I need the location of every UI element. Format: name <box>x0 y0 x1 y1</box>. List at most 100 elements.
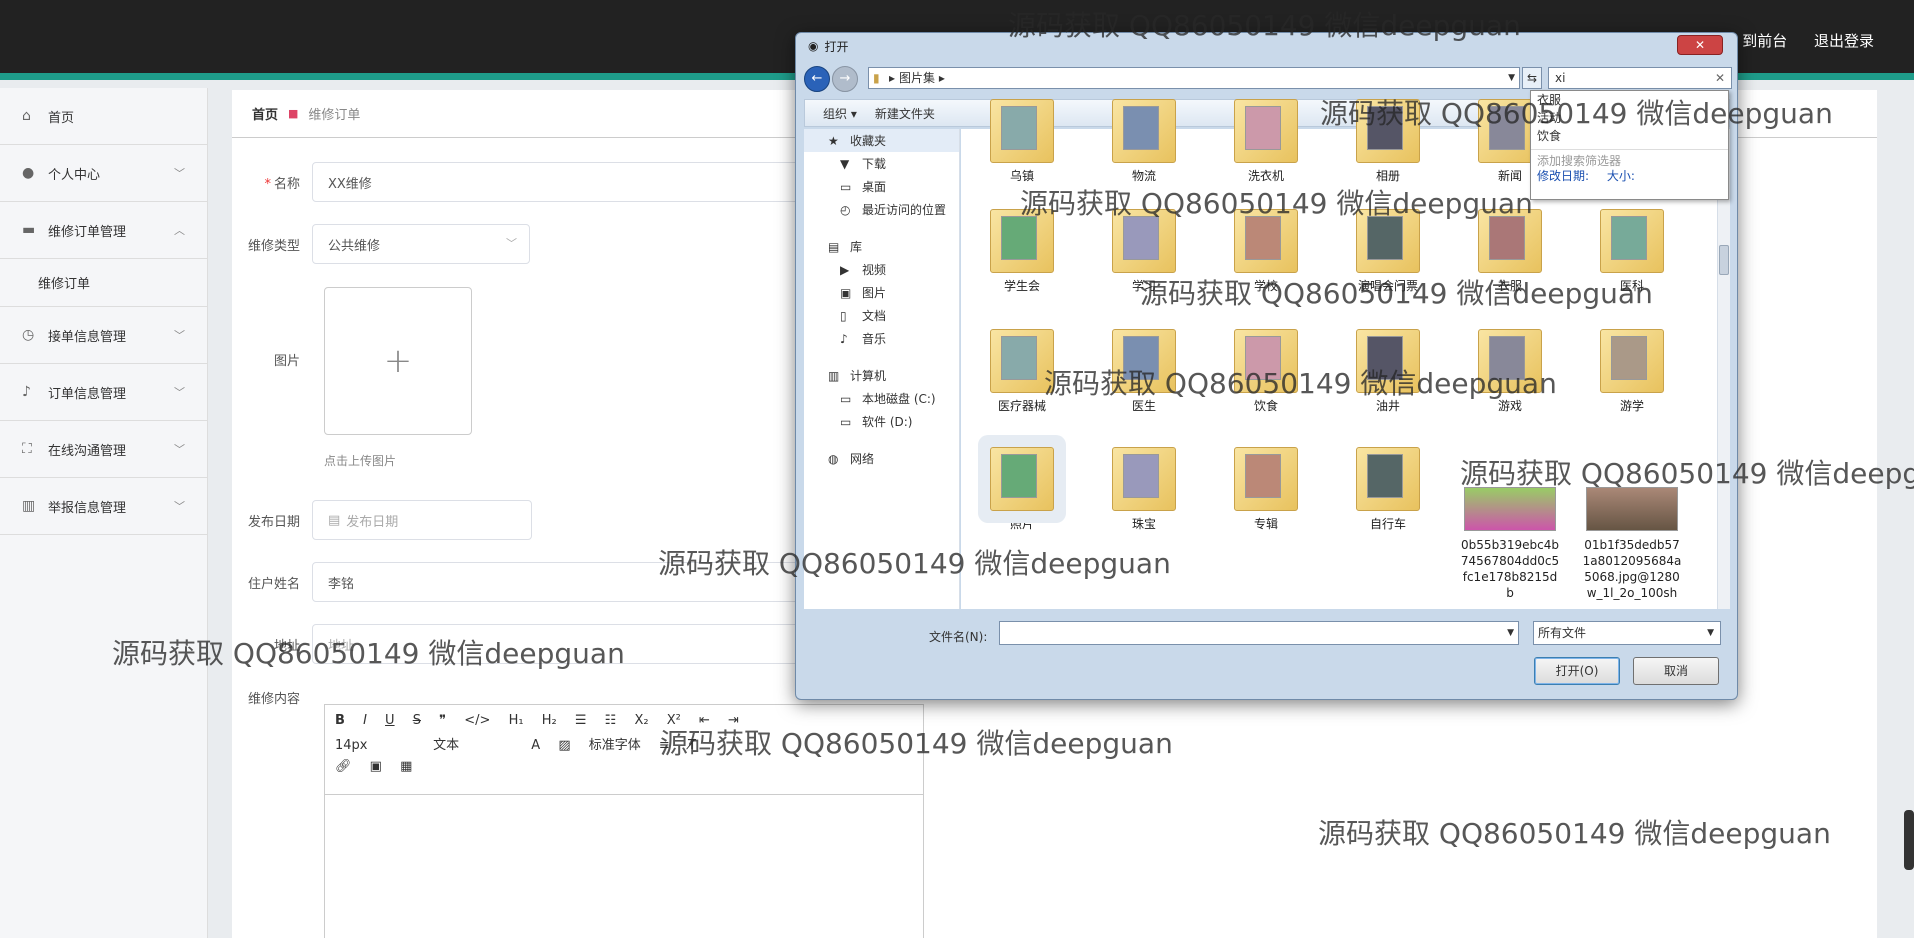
font-size-select[interactable]: 14px <box>335 738 415 753</box>
organize-button[interactable]: 组织 ▾ <box>823 105 857 122</box>
tree-item[interactable]: ◍ 网络 <box>804 447 959 470</box>
folder-item[interactable]: 医疗器械 <box>967 329 1077 414</box>
h2-icon[interactable]: H₂ <box>542 713 557 728</box>
search-input[interactable]: xi ✕ <box>1548 67 1732 89</box>
tree-item[interactable]: ▭ 软件 (D:) <box>804 410 959 433</box>
tree-item[interactable]: ▼ 下载 <box>804 152 959 175</box>
filename-input[interactable]: ▼ <box>999 621 1519 645</box>
sidebar-item-accept-info[interactable]: ◷ 接单信息管理 ﹀ <box>0 307 207 364</box>
ordered-list-icon[interactable]: ☰ <box>575 713 587 728</box>
page-scrollbar[interactable] <box>1904 810 1914 870</box>
tree-item[interactable]: ▥ 计算机 <box>804 364 959 387</box>
sidebar-item-order-info[interactable]: ♪ 订单信息管理 ﹀ <box>0 364 207 421</box>
chevron-down-icon[interactable]: ▼ <box>1507 622 1514 644</box>
folder-item[interactable]: 珠宝 <box>1089 447 1199 532</box>
clear-format-icon[interactable]: T̸ <box>688 738 696 753</box>
tree-item[interactable]: ▤ 库 <box>804 235 959 258</box>
filter-size-link[interactable]: 大小: <box>1607 169 1635 183</box>
tree-item[interactable]: ▯ 文档 <box>804 304 959 327</box>
bullet-list-icon[interactable]: ☷ <box>605 713 617 728</box>
sidebar-item-chat[interactable]: ⛶ 在线沟通管理 ﹀ <box>0 421 207 478</box>
front-link[interactable]: 到前台 <box>1742 32 1787 50</box>
filter-date-link[interactable]: 修改日期: <box>1537 169 1589 183</box>
tree-item[interactable]: ▭ 桌面 <box>804 175 959 198</box>
new-folder-button[interactable]: 新建文件夹 <box>875 105 935 122</box>
tree-item[interactable]: ▭ 本地磁盘 (C:) <box>804 387 959 410</box>
quote-icon[interactable]: ❞ <box>439 713 446 728</box>
suggestion-item[interactable]: 活动 <box>1531 109 1728 127</box>
image-file-item[interactable]: 01b1f35dedb571a8012095684a5068.jpg@1280w… <box>1577 487 1687 601</box>
folder-item[interactable]: 医科 <box>1577 209 1687 294</box>
sidebar-item-home[interactable]: ⌂ 首页 <box>0 88 207 145</box>
folder-item[interactable]: 专辑 <box>1211 447 1321 532</box>
folder-item[interactable]: 游学 <box>1577 329 1687 414</box>
sidebar-item-personal[interactable]: ● 个人中心 ﹀ <box>0 145 207 202</box>
path-box[interactable]: ▮ ▸ 图片集 ▸ ▼ <box>868 67 1520 89</box>
indent-icon[interactable]: ⇤ <box>699 713 710 728</box>
font-family-select[interactable]: 标准字体 <box>589 734 641 753</box>
logout-link[interactable]: 退出登录 <box>1814 32 1874 50</box>
image-file-item[interactable]: 0b55b319ebc4b74567804dd0c5fc1e178b8215db <box>1455 487 1565 601</box>
folder-item[interactable]: 医生 <box>1089 329 1199 414</box>
back-button[interactable]: ← <box>804 66 830 92</box>
forward-button[interactable]: → <box>832 66 858 92</box>
folder-item[interactable]: 油井 <box>1333 329 1443 414</box>
align-icon[interactable]: ≡ <box>659 738 670 753</box>
breadcrumb-home[interactable]: 首页 <box>252 104 278 123</box>
chevron-down-icon[interactable]: ▼ <box>1508 68 1515 88</box>
code-icon[interactable]: </> <box>464 713 490 728</box>
clear-search-icon[interactable]: ✕ <box>1715 68 1725 88</box>
text-style-select[interactable]: 文本 <box>433 734 513 753</box>
close-button[interactable]: ✕ <box>1677 35 1723 55</box>
folder-item[interactable]: 洗衣机 <box>1211 99 1321 184</box>
scrollbar-thumb[interactable] <box>1719 245 1729 275</box>
sidebar-item-repair-orders[interactable]: ▬ 维修订单管理 ︿ <box>0 202 207 259</box>
folder-item[interactable]: 学习 <box>1089 209 1199 294</box>
font-color-icon[interactable]: A <box>531 738 540 753</box>
tree-item[interactable]: ◴ 最近访问的位置 <box>804 198 959 221</box>
tree-item[interactable]: ★ 收藏夹 <box>804 129 959 152</box>
strikethrough-icon[interactable]: S <box>413 713 421 728</box>
background-color-icon[interactable]: ▨ <box>558 738 570 753</box>
video-icon[interactable]: ▦ <box>400 759 412 774</box>
image-icon[interactable]: ▣ <box>370 759 382 774</box>
refresh-button[interactable]: ⇆ <box>1522 67 1542 89</box>
underline-icon[interactable]: U <box>385 713 395 728</box>
folder-item[interactable]: 游戏 <box>1455 329 1565 414</box>
folder-item[interactable]: 相册 <box>1333 99 1443 184</box>
outdent-icon[interactable]: ⇥ <box>728 713 739 728</box>
folder-item[interactable]: 衣服 <box>1455 209 1565 294</box>
bold-icon[interactable]: B <box>335 713 345 728</box>
suggestion-item[interactable]: 饮食 <box>1531 127 1728 145</box>
tree-item[interactable]: ♪ 音乐 <box>804 327 959 350</box>
folder-item[interactable]: 照片 <box>967 447 1077 532</box>
h1-icon[interactable]: H₁ <box>509 713 524 728</box>
folder-item[interactable]: 物流 <box>1089 99 1199 184</box>
folder-item[interactable]: 学校 <box>1211 209 1321 294</box>
date-input[interactable]: ▤ 发布日期 <box>312 500 532 540</box>
folder-item[interactable]: 学生会 <box>967 209 1077 294</box>
rich-text-editor[interactable]: B I U S ❞ </> H₁ H₂ ☰ ☷ X₂ X² ⇤ ⇥ 14px 文… <box>324 704 924 938</box>
sidebar-subitem-repair-order[interactable]: 维修订单 <box>0 259 207 307</box>
tree-item[interactable]: ▣ 图片 <box>804 281 959 304</box>
sidebar-item-report[interactable]: ▥ 举报信息管理 ﹀ <box>0 478 207 535</box>
type-select[interactable]: 公共维修 ﹀ <box>312 224 530 264</box>
folder-item[interactable]: 饮食 <box>1211 329 1321 414</box>
chevron-down-icon: ﹀ <box>174 167 185 180</box>
italic-icon[interactable]: I <box>363 713 367 728</box>
folder-item[interactable]: 乌镇 <box>967 99 1077 184</box>
suggestion-item[interactable]: 衣服 <box>1531 91 1728 109</box>
open-button[interactable]: 打开(O) <box>1534 657 1620 685</box>
image-upload-button[interactable]: + <box>324 287 472 435</box>
file-list-scrollbar[interactable] <box>1717 129 1730 609</box>
filetype-select[interactable]: 所有文件 ▼ <box>1533 621 1721 645</box>
folder-item[interactable]: 演唱会门票 <box>1333 209 1443 294</box>
superscript-icon[interactable]: X² <box>667 713 681 728</box>
link-icon[interactable]: 🔗︎ <box>335 759 352 774</box>
tree-item[interactable]: ▶ 视频 <box>804 258 959 281</box>
folder-item[interactable]: 自行车 <box>1333 447 1443 532</box>
cancel-button[interactable]: 取消 <box>1633 657 1719 685</box>
subscript-icon[interactable]: X₂ <box>634 713 648 728</box>
image-thumbnail-icon <box>1586 487 1678 531</box>
